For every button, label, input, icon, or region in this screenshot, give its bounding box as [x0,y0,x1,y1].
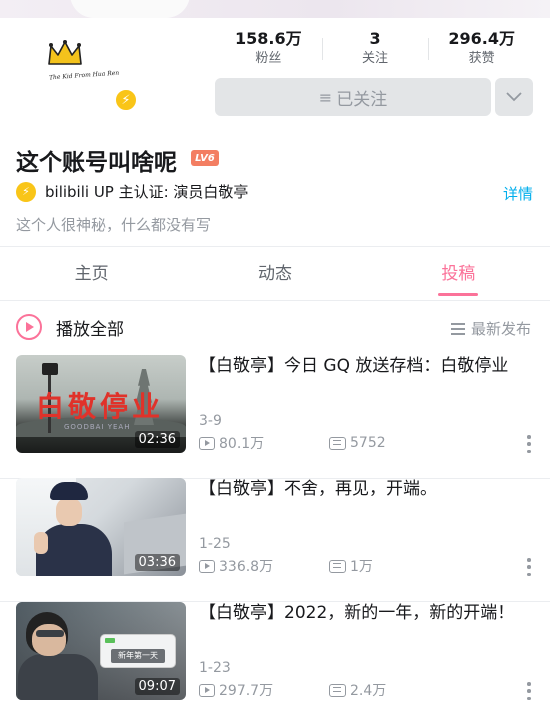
video-meta: 336.8万 1万 [199,556,539,576]
thumbnail-overlay-text: 新年第一天 [111,649,165,663]
video-duration: 03:36 [134,554,180,571]
video-meta: 80.1万 5752 [199,433,539,453]
stat-value: 158.6万 [235,29,302,48]
chevron-down-icon [506,92,522,102]
video-date: 1-23 [199,660,231,676]
video-item[interactable]: 白敬停业 GOODBAI YEAH 02:36 【白敬亭】今日 GQ 放送存档：… [0,355,550,479]
danmaku-count: 1万 [350,559,373,575]
stat-value: 3 [369,29,381,48]
profile-banner [0,0,550,18]
video-title[interactable]: 【白敬亭】不舍，再见，开端。 [199,476,529,503]
video-meta: 297.7万 2.4万 [199,680,539,700]
stat-value: 296.4万 [448,29,515,48]
more-options-button[interactable] [495,78,533,116]
tab-dynamics[interactable]: 动态 [183,247,366,300]
view-count: 80.1万 [219,436,265,452]
more-vertical-icon[interactable] [526,682,532,700]
video-date: 3-9 [199,413,222,429]
danmaku-icon [329,683,346,697]
level-badge: LV6 [191,150,219,166]
danmaku-icon [329,559,346,573]
followed-button[interactable]: ≡ 已关注 [215,78,491,116]
thumbnail-overlay-text: 白敬停业 [36,390,165,423]
video-thumbnail[interactable]: 03:36 [16,478,186,576]
play-icon [16,314,42,340]
view-count: 297.7万 [219,683,274,699]
details-link[interactable]: 详情 [503,183,533,204]
play-all-button[interactable]: 播放全部 [16,314,124,340]
video-item[interactable]: 新年第一天 09:07 【白敬亭】2022，新的一年，新的开端！ 1-23 29… [0,602,550,708]
danmaku-icon [329,436,346,450]
stat-likes[interactable]: 296.4万 获赞 [428,28,535,68]
thumbnail-subtext: GOODBAI YEAH [64,423,131,431]
lightning-icon: ⚡ [16,181,36,202]
username: 这个账号叫啥呢 [16,150,177,176]
video-thumbnail[interactable]: 白敬停业 GOODBAI YEAH 02:36 [16,355,186,453]
video-item[interactable]: 03:36 【白敬亭】不舍，再见，开端。 1-25 336.8万 1万 [0,478,550,602]
video-duration: 02:36 [134,431,180,448]
profile-tabs: 主页 动态 投稿 [0,247,550,301]
avatar-caption: The Kid From Hua Ren [48,69,120,82]
official-verified-icon: ⚡ [114,88,138,112]
stat-label: 粉丝 [255,51,282,66]
verification-row: ⚡ bilibili UP 主认证: 演员白敬亭 [16,181,248,202]
play-count-icon [199,683,215,697]
stat-label: 关注 [362,51,389,66]
tab-home[interactable]: 主页 [0,247,183,300]
video-duration: 09:07 [134,678,180,695]
sort-label: 最新发布 [470,320,531,338]
profile-stats: 158.6万 粉丝 3 关注 296.4万 获赞 [215,28,535,68]
video-thumbnail[interactable]: 新年第一天 09:07 [16,602,186,700]
more-vertical-icon[interactable] [526,558,532,576]
stat-followers[interactable]: 158.6万 粉丝 [215,28,322,68]
verification-text: bilibili UP 主认证: 演员白敬亭 [45,183,249,201]
stat-following[interactable]: 3 关注 [321,28,429,68]
stat-label: 获赞 [468,51,495,66]
bio-text: 这个人很神秘，什么都没有写 [16,216,212,234]
crown-logo-icon [48,40,82,65]
video-title[interactable]: 【白敬亭】2022，新的一年，新的开端！ [199,600,529,627]
menu-lines-icon: ≡ [318,87,333,107]
video-date: 1-25 [199,536,231,552]
tab-uploads[interactable]: 投稿 [367,247,550,300]
play-count-icon [199,436,215,450]
video-title[interactable]: 【白敬亭】今日 GQ 放送存档：白敬停业 [199,353,529,380]
sort-button[interactable]: 最新发布 [450,318,531,339]
danmaku-count: 2.4万 [350,683,387,699]
danmaku-count: 5752 [350,435,386,451]
play-count-icon [199,559,215,573]
play-all-label: 播放全部 [56,319,124,340]
followed-label: 已关注 [336,89,388,110]
more-vertical-icon[interactable] [526,435,532,453]
sort-lines-icon [450,322,465,335]
view-count: 336.8万 [219,559,274,575]
